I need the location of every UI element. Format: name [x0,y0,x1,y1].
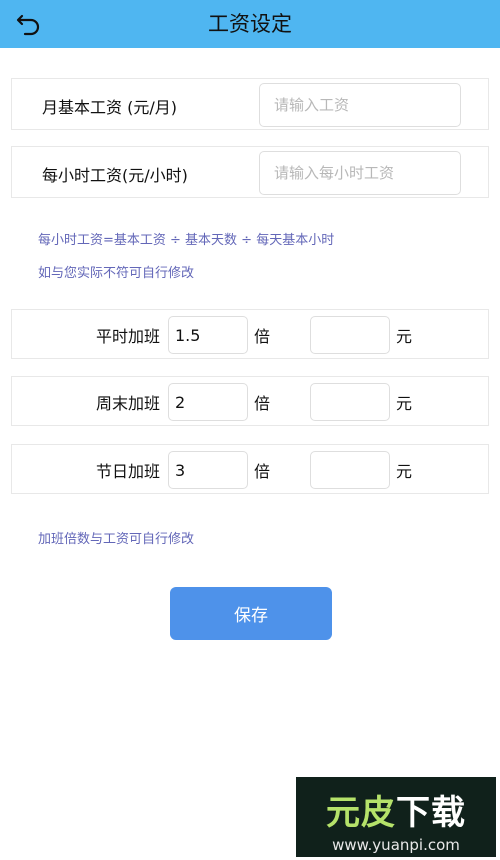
modify-hint-note: 如与您实际不符可自行修改 [38,266,195,281]
overtime-label: 平时加班 [96,327,161,346]
overtime-hint-note: 加班倍数与工资可自行修改 [38,532,195,547]
watermark-url: www.yuanpi.com [332,836,460,854]
hourly-salary-row: 每小时工资(元/小时) [11,146,489,198]
page-title: 工资设定 [208,12,292,36]
overtime-label: 周末加班 [96,394,161,413]
monthly-salary-label: 月基本工资 (元/月) [42,98,177,117]
monthly-salary-input[interactable] [259,83,461,127]
times-unit: 倍 [254,394,271,413]
save-button[interactable]: 保存 [170,587,332,640]
hourly-formula-note: 每小时工资=基本工资 ÷ 基本天数 ÷ 每天基本小时 [38,233,335,248]
times-unit: 倍 [254,327,271,346]
monthly-salary-row: 月基本工资 (元/月) [11,78,489,130]
overtime-multiplier-input[interactable] [168,383,248,421]
app-header: 工资设定 [0,0,500,48]
overtime-row-weekday: 平时加班 倍 元 [11,309,489,359]
watermark-logo: 元皮下载 www.yuanpi.com [296,777,496,857]
overtime-row-weekend: 周末加班 倍 元 [11,376,489,426]
yuan-unit: 元 [396,462,413,481]
overtime-row-holiday: 节日加班 倍 元 [11,444,489,494]
times-unit: 倍 [254,462,271,481]
overtime-multiplier-input[interactable] [168,451,248,489]
overtime-multiplier-input[interactable] [168,316,248,354]
overtime-label: 节日加班 [96,462,161,481]
yuan-unit: 元 [396,394,413,413]
yuan-unit: 元 [396,327,413,346]
hourly-salary-input[interactable] [259,151,461,195]
overtime-amount-input[interactable] [310,316,390,354]
watermark-logo-text: 元皮下载 [326,793,466,833]
hourly-salary-label: 每小时工资(元/小时) [42,166,188,185]
overtime-amount-input[interactable] [310,383,390,421]
overtime-amount-input[interactable] [310,451,390,489]
